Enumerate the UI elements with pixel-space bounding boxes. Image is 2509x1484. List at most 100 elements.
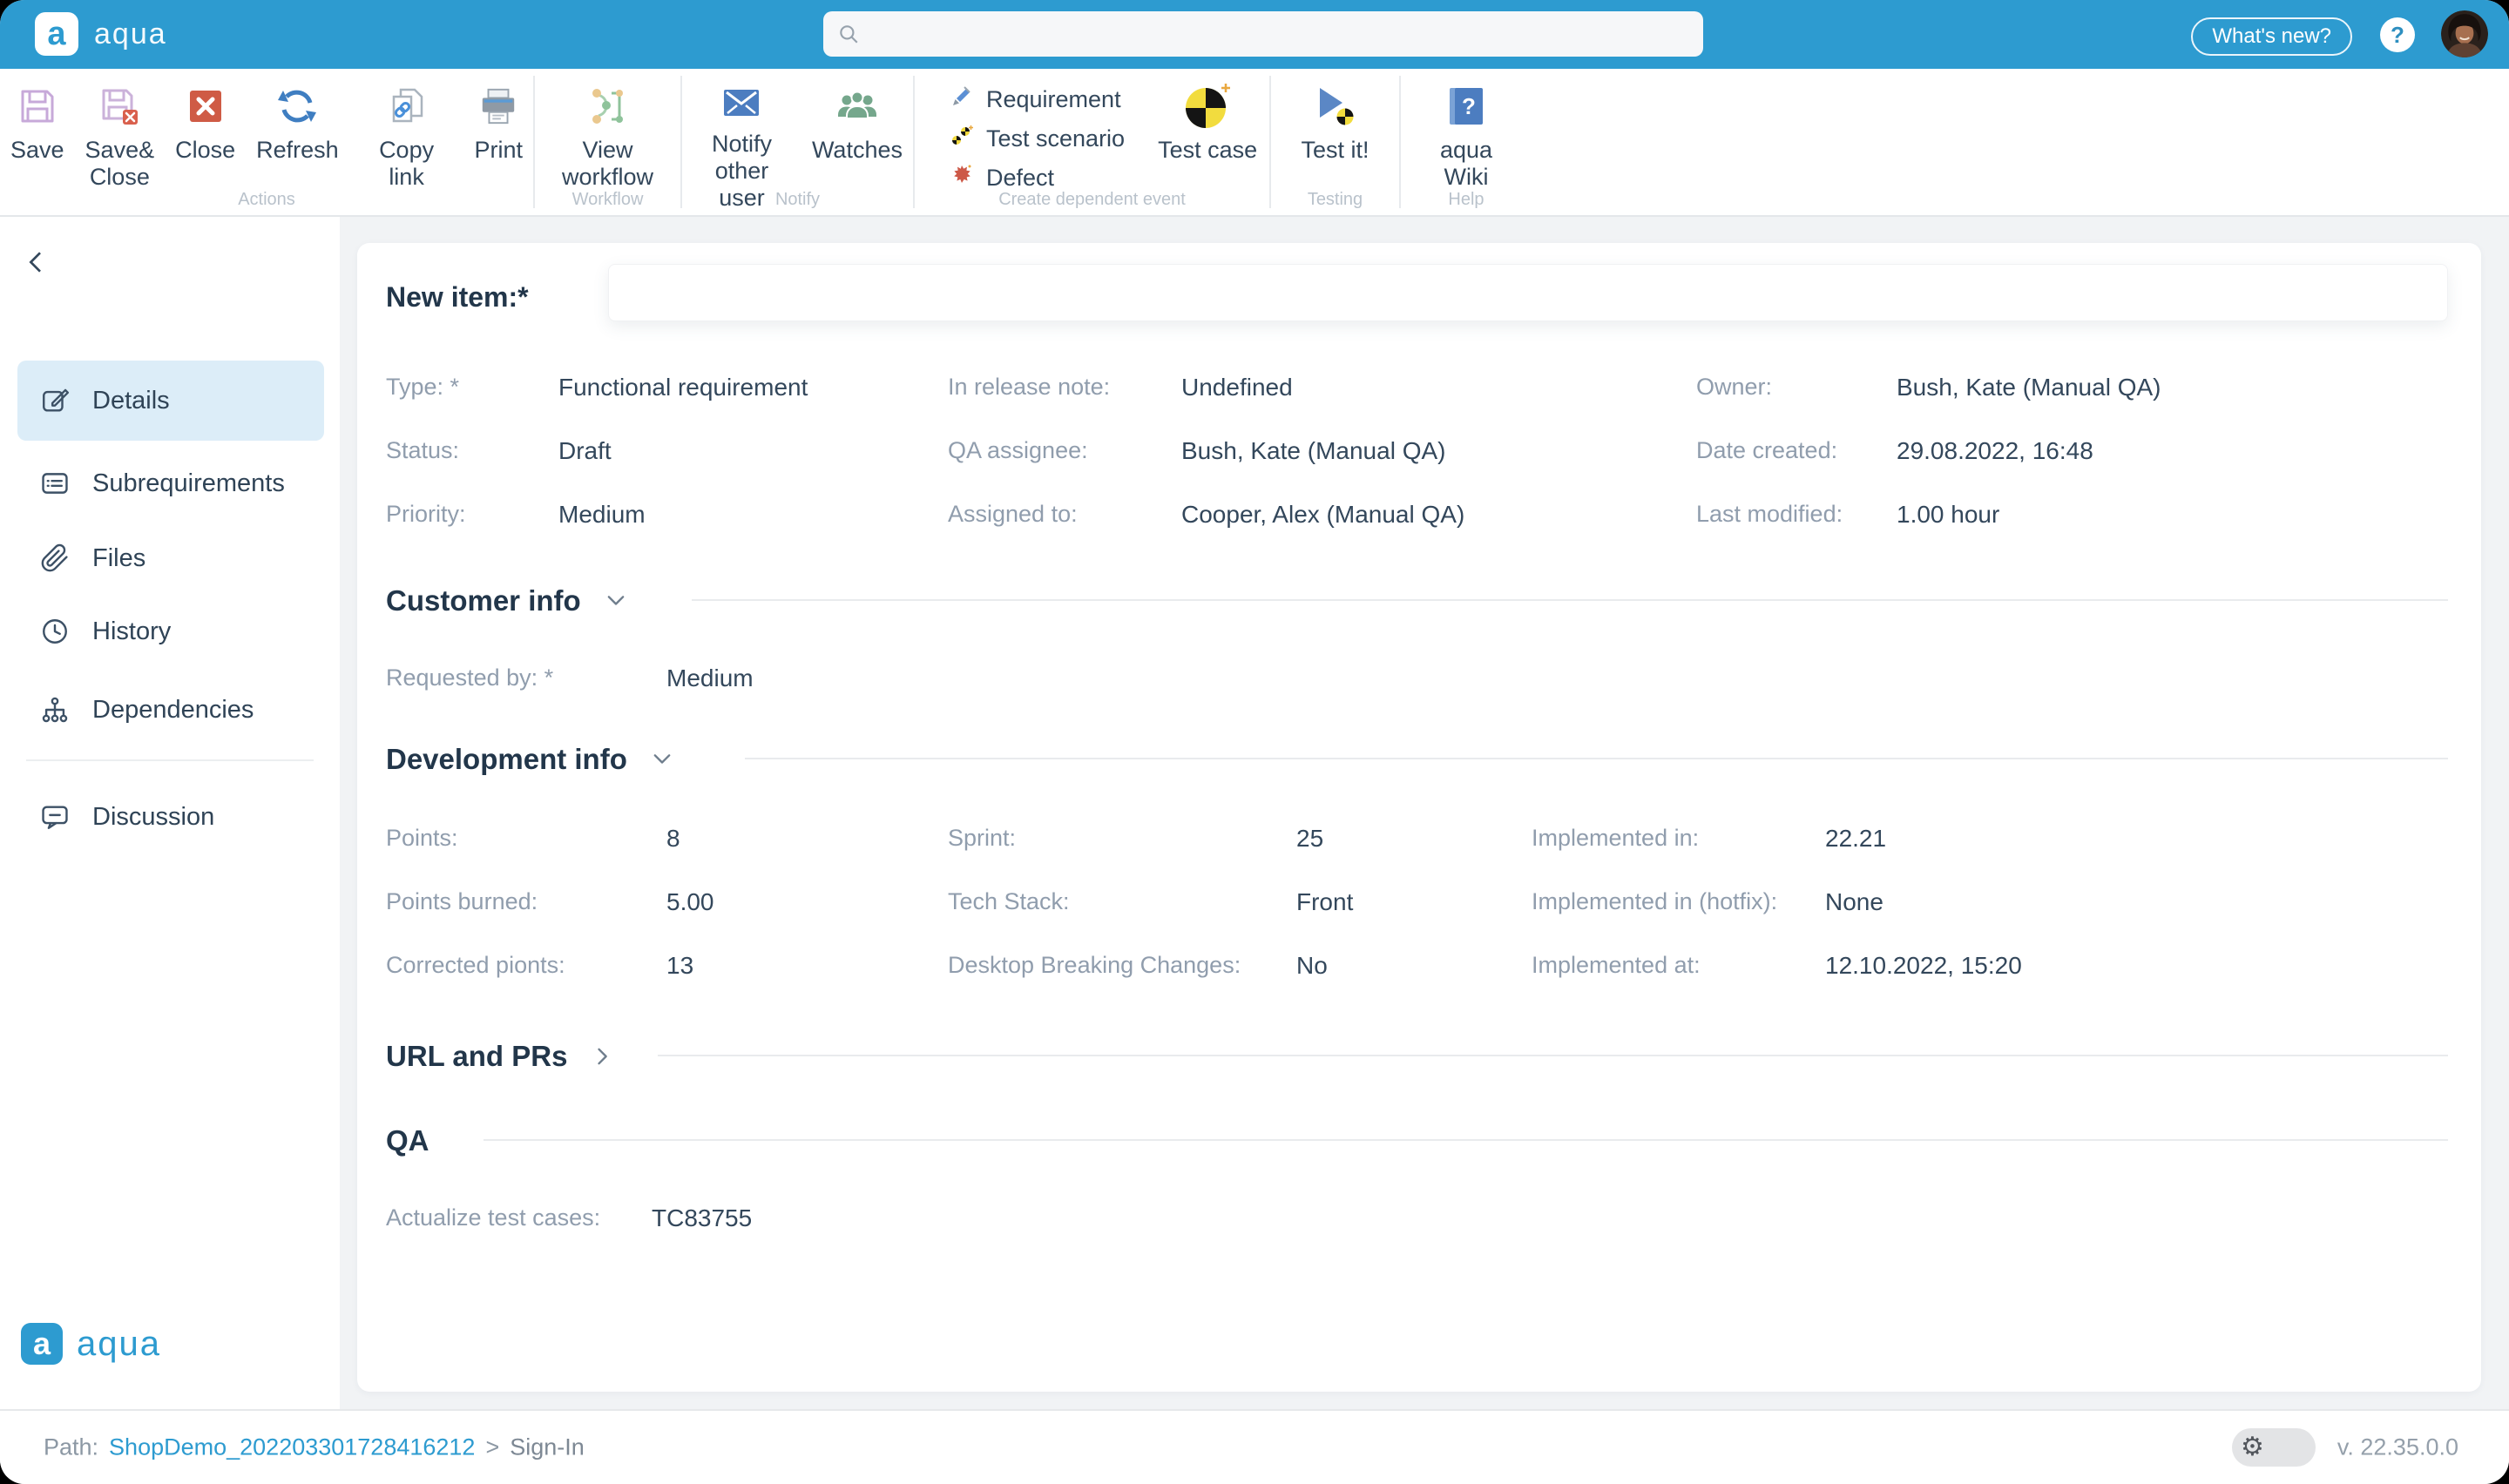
status-value[interactable]: Draft bbox=[558, 437, 612, 465]
customer-info-header: Customer info bbox=[386, 584, 628, 617]
assigned-to-value[interactable]: Cooper, Alex (Manual QA) bbox=[1181, 501, 1464, 529]
field-label: Implemented in: bbox=[1532, 825, 1825, 852]
field-row-tech-stack: Tech Stack: Front bbox=[948, 888, 1353, 952]
sidebar-item-dependencies[interactable]: Dependencies bbox=[17, 670, 324, 750]
top-bar: a aqua What's new? ? bbox=[0, 0, 2509, 69]
field-row-desktop-breaking: Desktop Breaking Changes: No bbox=[948, 952, 1353, 1015]
field-label: Owner: bbox=[1696, 374, 1897, 401]
chevron-down-icon[interactable] bbox=[650, 747, 674, 772]
last-modified-value: 1.00 hour bbox=[1897, 501, 1999, 529]
release-note-value[interactable]: Undefined bbox=[1181, 374, 1293, 401]
ribbon-group-label-help: Help bbox=[1401, 190, 1532, 210]
global-search[interactable] bbox=[823, 11, 1703, 57]
avatar-image bbox=[2441, 10, 2488, 57]
ribbon-group-label-actions: Actions bbox=[0, 190, 533, 210]
whats-new-button[interactable]: What's new? bbox=[2191, 17, 2352, 56]
section-divider bbox=[658, 1055, 2448, 1056]
aqua-wiki-icon: ? bbox=[1447, 81, 1485, 132]
path-project-link[interactable]: ShopDemo_202203301728416212 bbox=[109, 1434, 475, 1461]
field-label: Corrected pionts: bbox=[386, 952, 666, 979]
field-row-date-created: Date created: 29.08.2022, 16:48 bbox=[1696, 437, 2161, 501]
implemented-in-value[interactable]: 22.21 bbox=[1825, 825, 1886, 853]
search-input[interactable] bbox=[870, 10, 1703, 57]
create-requirement-item[interactable]: Requirement bbox=[944, 83, 1130, 117]
customer-info-fields: Requested by: * Medium bbox=[386, 664, 754, 728]
owner-value[interactable]: Bush, Kate (Manual QA) bbox=[1897, 374, 2161, 401]
save-icon bbox=[17, 81, 57, 132]
field-row-requested-by: Requested by: * Medium bbox=[386, 664, 754, 728]
desktop-breaking-value[interactable]: No bbox=[1296, 952, 1328, 980]
path-current-item: Sign-In bbox=[510, 1434, 585, 1461]
field-row-last-modified: Last modified: 1.00 hour bbox=[1696, 501, 2161, 564]
help-button[interactable]: ? bbox=[2380, 17, 2415, 52]
ribbon-group-dependent: Requirement Test scenario bbox=[915, 69, 1269, 215]
qa-assignee-value[interactable]: Bush, Kate (Manual QA) bbox=[1181, 437, 1445, 465]
brand-name: aqua bbox=[94, 17, 167, 51]
field-label: Implemented at: bbox=[1532, 952, 1825, 979]
ribbon-group-label-testing: Testing bbox=[1271, 190, 1399, 210]
watches-people-icon bbox=[836, 81, 878, 132]
copy-link-label: Copy link bbox=[360, 137, 454, 191]
create-test-scenario-item[interactable]: Test scenario bbox=[944, 122, 1130, 156]
implemented-at-value[interactable]: 12.10.2022, 15:20 bbox=[1825, 952, 2022, 980]
sidebar-item-subrequirements[interactable]: Subrequirements bbox=[17, 443, 324, 523]
type-value[interactable]: Functional requirement bbox=[558, 374, 808, 401]
save-close-icon bbox=[99, 81, 139, 132]
section-divider bbox=[692, 599, 2448, 601]
field-label: Assigned to: bbox=[948, 501, 1181, 528]
ribbon-group-label-notify: Notify bbox=[682, 190, 913, 210]
field-row-implemented-hotfix: Implemented in (hotfix): None bbox=[1532, 888, 2022, 952]
chevron-right-icon[interactable] bbox=[590, 1044, 614, 1069]
settings-toggle[interactable]: ⚙ bbox=[2232, 1428, 2316, 1467]
field-row-sprint: Sprint: 25 bbox=[948, 825, 1353, 888]
sidebar-item-label: Discussion bbox=[92, 803, 214, 832]
close-label: Close bbox=[175, 137, 235, 164]
field-row-release-note: In release note: Undefined bbox=[948, 374, 1464, 437]
new-item-title-input[interactable] bbox=[608, 264, 2448, 321]
chevron-down-icon[interactable] bbox=[604, 589, 628, 613]
aqua-logo-icon: a bbox=[35, 12, 78, 56]
sidebar-item-history[interactable]: History bbox=[17, 591, 324, 671]
app-version: v. 22.35.0.0 bbox=[2337, 1434, 2458, 1461]
refresh-label: Refresh bbox=[256, 137, 339, 164]
points-value[interactable]: 8 bbox=[666, 825, 680, 853]
test-scenario-icon bbox=[950, 124, 974, 154]
app-window: a aqua What's new? ? bbox=[0, 0, 2509, 1484]
print-label: Print bbox=[474, 137, 523, 164]
collapse-sidebar-button[interactable] bbox=[23, 248, 51, 280]
user-avatar[interactable] bbox=[2441, 10, 2488, 57]
test-case-icon bbox=[1182, 81, 1233, 132]
field-row-type: Type: * Functional requirement bbox=[386, 374, 808, 437]
copy-link-icon bbox=[387, 81, 427, 132]
qa-header: QA bbox=[386, 1124, 429, 1157]
hierarchy-icon bbox=[40, 695, 70, 725]
aqua-logo[interactable]: a aqua bbox=[35, 12, 167, 56]
requested-by-value[interactable]: Medium bbox=[666, 664, 754, 692]
sidebar-item-details[interactable]: Details bbox=[17, 361, 324, 441]
svg-text:?: ? bbox=[1462, 93, 1476, 119]
actualize-test-cases-value[interactable]: TC83755 bbox=[652, 1204, 752, 1232]
section-divider bbox=[745, 758, 2448, 759]
priority-value[interactable]: Medium bbox=[558, 501, 646, 529]
points-burned-value[interactable]: 5.00 bbox=[666, 888, 714, 916]
tech-stack-value[interactable]: Front bbox=[1296, 888, 1353, 916]
test-case-label: Test case bbox=[1158, 137, 1257, 164]
field-row-implemented-at: Implemented at: 12.10.2022, 15:20 bbox=[1532, 952, 2022, 1015]
sidebar-item-discussion[interactable]: Discussion bbox=[17, 777, 324, 857]
notify-envelope-icon bbox=[720, 81, 762, 125]
dev-column-2: Sprint: 25 Tech Stack: Front Desktop Bre… bbox=[948, 825, 1353, 1015]
details-column-3: Owner: Bush, Kate (Manual QA) Date creat… bbox=[1696, 374, 2161, 564]
new-item-label: New item:* bbox=[386, 281, 529, 314]
sidebar-item-files[interactable]: Files bbox=[17, 518, 324, 598]
test-it-icon bbox=[1313, 81, 1358, 132]
field-label: QA assignee: bbox=[948, 437, 1181, 464]
customer-info-title: Customer info bbox=[386, 584, 581, 617]
field-label: Points burned: bbox=[386, 888, 666, 915]
section-divider bbox=[484, 1139, 2448, 1141]
field-label: Desktop Breaking Changes: bbox=[948, 952, 1296, 979]
implemented-hotfix-value[interactable]: None bbox=[1825, 888, 1883, 916]
search-icon bbox=[837, 23, 860, 45]
sprint-value[interactable]: 25 bbox=[1296, 825, 1323, 853]
print-icon bbox=[478, 81, 518, 132]
corrected-points-value[interactable]: 13 bbox=[666, 952, 693, 980]
